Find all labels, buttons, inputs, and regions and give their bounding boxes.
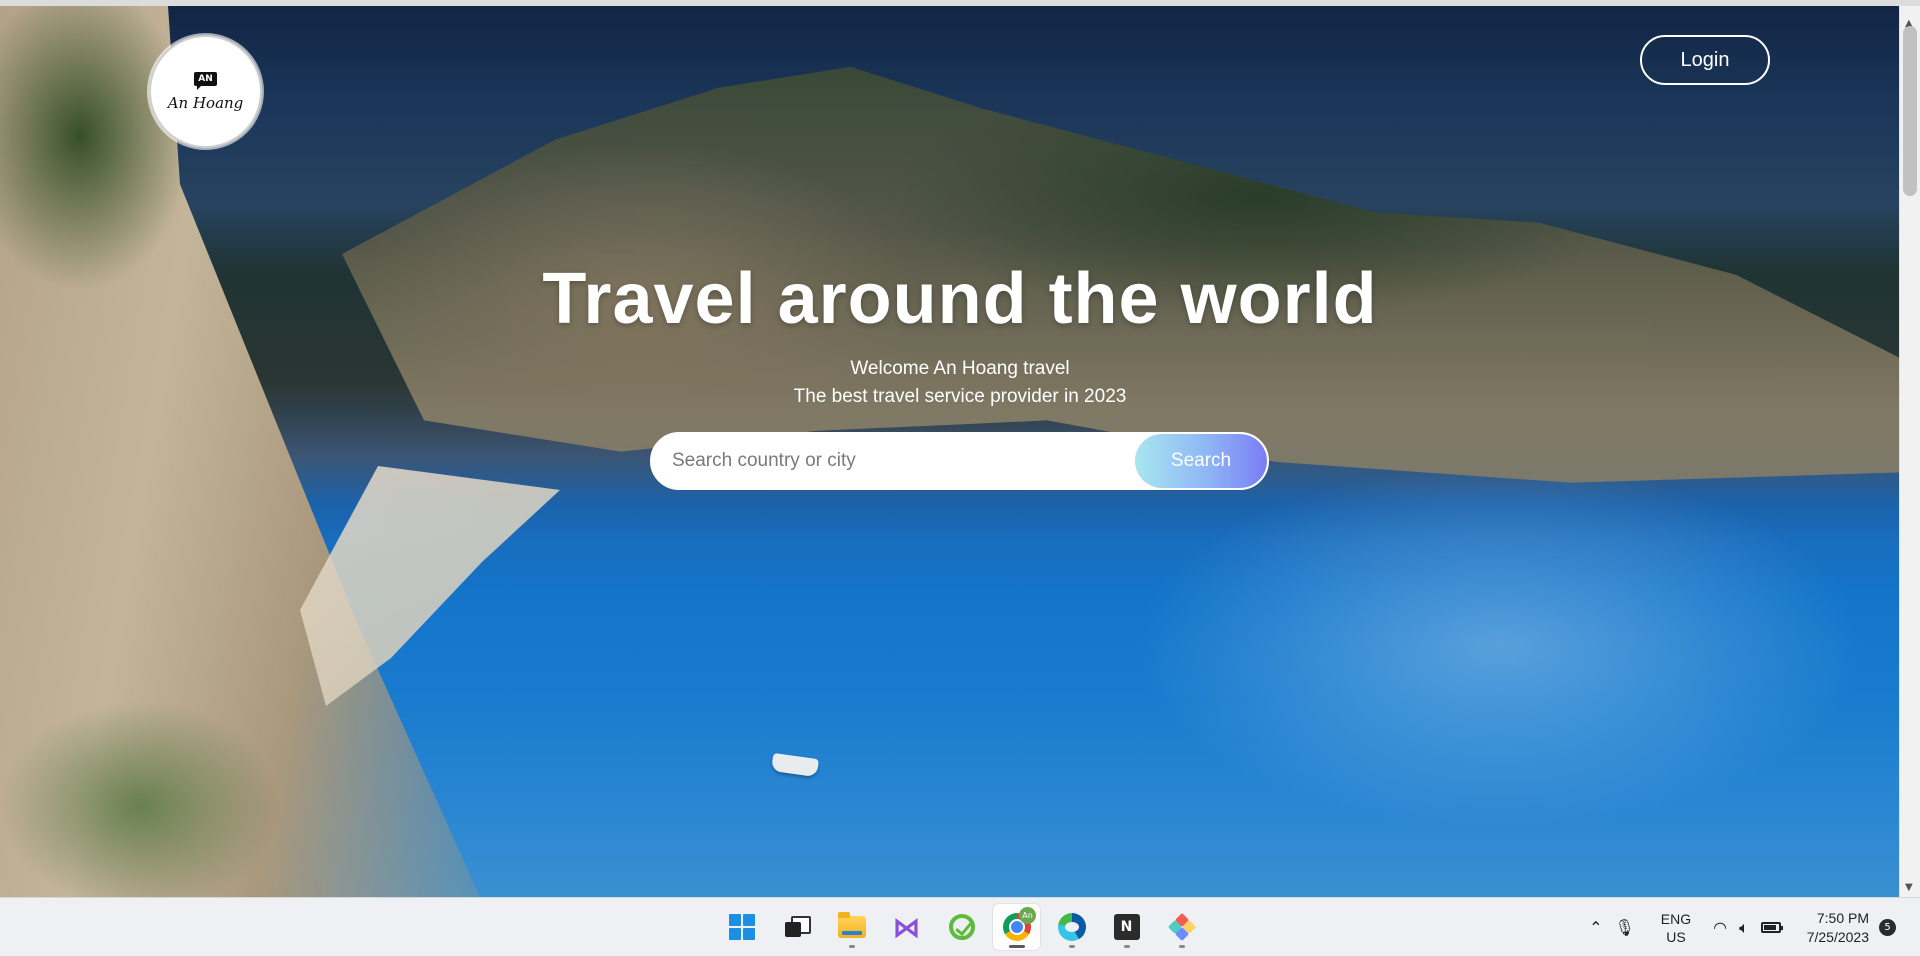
system-tray: ⌃ 🎙︎ ENG US ◠ 🔈︎ 7:50 PM 7/25/2023 5: [1589, 898, 1920, 956]
clock-date: 7/25/2023: [1806, 928, 1869, 945]
battery-icon[interactable]: [1760, 922, 1783, 933]
chevron-up-icon[interactable]: ⌃: [1589, 918, 1602, 937]
clock-time: 7:50 PM: [1816, 909, 1869, 926]
edge-button[interactable]: [1048, 904, 1095, 950]
wifi-icon[interactable]: ◠: [1713, 918, 1727, 937]
logo-text: An Hoang: [167, 93, 244, 112]
search-input[interactable]: [652, 434, 1135, 488]
notification-badge[interactable]: 5: [1879, 919, 1896, 936]
speaker-icon[interactable]: 🔈︎: [1739, 918, 1749, 938]
chrome-profile-badge: An: [1019, 907, 1036, 924]
login-button[interactable]: Login: [1640, 35, 1770, 85]
notion-icon: N: [1113, 914, 1140, 940]
hero-tagline: The best travel service provider in 2023: [793, 386, 1127, 407]
visual-studio-icon: ⋈: [892, 910, 921, 944]
hero-headline: Travel around the world: [542, 259, 1378, 339]
running-indicator: [1178, 945, 1185, 948]
language-indicator[interactable]: ENG US: [1661, 910, 1691, 946]
site-logo[interactable]: AN An Hoang: [149, 35, 262, 148]
notion-button[interactable]: N: [1103, 904, 1150, 950]
logo-badge: AN: [194, 71, 217, 90]
active-indicator: [1008, 945, 1025, 948]
taskbar-app-list: ⋈ An N: [718, 904, 1205, 950]
beach-shape: [300, 466, 560, 706]
green-app-button[interactable]: [938, 904, 985, 950]
boat-shape: [770, 752, 820, 778]
windows-icon: [728, 914, 755, 940]
diamond-app-icon: [1167, 912, 1196, 942]
hero-welcome-text: Welcome An Hoang travel: [850, 358, 1070, 379]
clock[interactable]: 7:50 PM 7/25/2023: [1807, 909, 1869, 947]
running-indicator: [1068, 945, 1075, 948]
start-button[interactable]: [718, 904, 765, 950]
language-code: ENG: [1660, 910, 1692, 927]
running-indicator: [1123, 945, 1130, 948]
task-view-button[interactable]: [773, 904, 820, 950]
scroll-thumb[interactable]: [1903, 26, 1917, 196]
git-app-button[interactable]: [1158, 904, 1205, 950]
file-explorer-button[interactable]: [828, 904, 875, 950]
region-code: US: [1666, 928, 1686, 945]
edge-icon: [1057, 913, 1086, 941]
search-button[interactable]: Search: [1135, 434, 1267, 488]
green-app-icon: [948, 914, 975, 940]
task-view-icon: [784, 916, 811, 938]
running-indicator: [848, 945, 855, 948]
folder-icon: [837, 912, 866, 938]
windows-taskbar: ⋈ An N ⌃ 🎙︎ ENG US ◠ 🔈︎ 7:50 PM 7/25/202…: [0, 897, 1920, 956]
microphone-icon[interactable]: 🎙︎: [1614, 918, 1634, 937]
scroll-down-arrow-icon[interactable]: ▼: [1905, 882, 1913, 893]
chrome-button[interactable]: An: [993, 904, 1040, 950]
page-scrollbar[interactable]: ▲ ▼: [1899, 6, 1920, 897]
search-bar: Search: [650, 432, 1269, 490]
browser-viewport: AN An Hoang Login Travel around the worl…: [0, 0, 1920, 897]
visual-studio-button[interactable]: ⋈: [883, 904, 930, 950]
